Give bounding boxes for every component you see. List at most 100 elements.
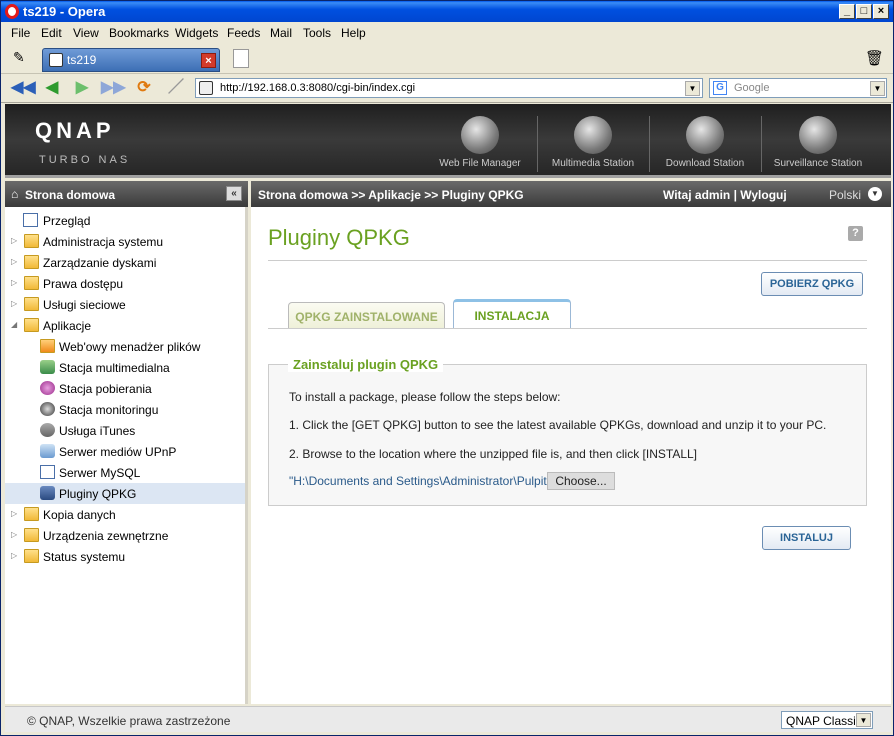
chevron-down-icon[interactable]: ▼ [856, 713, 871, 727]
collapse-icon[interactable]: « [226, 186, 242, 201]
multimedia-icon [40, 360, 55, 374]
sidebar-item-system-admin[interactable]: ▷ Administracja systemu [5, 231, 245, 252]
expand-icon[interactable]: ▷ [11, 257, 21, 267]
file-manager-icon [40, 339, 55, 353]
window-title: ts219 - Opera [23, 4, 106, 19]
panels-icon[interactable]: ✎ [13, 49, 35, 67]
step-2-text: 2. Browse to the location where the unzi… [289, 447, 697, 461]
folder-icon [24, 549, 39, 563]
menu-help[interactable]: Help [341, 26, 366, 40]
menu-widgets[interactable]: Widgets [175, 26, 218, 40]
back-icon[interactable]: ◀ [41, 78, 63, 98]
folder-icon [24, 297, 39, 311]
sidebar-item-surveillance-station[interactable]: Stacja monitoringu [5, 399, 245, 420]
menu-feeds[interactable]: Feeds [227, 26, 260, 40]
download-icon [40, 381, 55, 395]
expand-icon[interactable]: ▷ [11, 299, 21, 309]
menu-edit[interactable]: Edit [41, 26, 62, 40]
page-title: Pluginy QPKG [268, 225, 410, 250]
new-tab-icon[interactable] [233, 49, 249, 68]
edit-icon[interactable]: ／ [165, 78, 187, 98]
folder-icon [24, 255, 39, 269]
minimize-icon[interactable]: _ [839, 4, 855, 19]
folder-icon [24, 528, 39, 542]
folder-icon [24, 507, 39, 521]
chevron-down-icon[interactable]: ▼ [868, 187, 882, 201]
tab-install[interactable]: INSTALACJA [453, 299, 571, 329]
skin-value: QNAP Classic [786, 714, 862, 728]
sidebar-header: ⌂ Strona domowa « [5, 181, 248, 207]
footer: © QNAP, Wszelkie prawa zastrzeżone QNAP … [5, 706, 891, 732]
chevron-down-icon[interactable]: ▼ [870, 81, 885, 96]
download-icon [686, 116, 724, 154]
sidebar-item-applications[interactable]: ◢ Aplikacje [5, 315, 245, 336]
sidebar: ⌂ Strona domowa « Przegląd ▷ Administrac… [5, 181, 248, 704]
sidebar-item-web-file-manager[interactable]: Web'owy menadżer plików [5, 336, 245, 357]
menu-mail[interactable]: Mail [270, 26, 292, 40]
skin-select[interactable]: QNAP Classic ▼ [781, 711, 873, 729]
trash-icon[interactable]: 🗑 [865, 49, 884, 67]
install-button[interactable]: INSTALUJ [762, 526, 851, 550]
expand-icon[interactable]: ▷ [11, 236, 21, 246]
multimedia-icon [574, 116, 612, 154]
sidebar-item-itunes[interactable]: Usługa iTunes [5, 420, 245, 441]
help-icon[interactable]: ? [848, 226, 863, 241]
browser-tab[interactable]: ts219 × [42, 48, 220, 72]
download-station-link[interactable]: Download Station [650, 114, 760, 178]
get-qpkg-button[interactable]: POBIERZ QPKG [761, 272, 863, 296]
web-file-manager-link[interactable]: Web File Manager [425, 114, 535, 178]
qpkg-icon [40, 486, 55, 500]
page-icon [49, 53, 63, 67]
sidebar-title[interactable]: Strona domowa [25, 188, 115, 202]
sidebar-item-download-station[interactable]: Stacja pobierania [5, 378, 245, 399]
tab-installed[interactable]: QPKG ZAINSTALOWANE [288, 302, 445, 329]
sidebar-item-backup[interactable]: ▷ Kopia danych [5, 504, 245, 525]
sidebar-item-qpkg-plugins[interactable]: Pluginy QPKG [5, 483, 245, 504]
expand-icon[interactable]: ▷ [11, 551, 21, 561]
divider [268, 328, 867, 329]
overview-icon [23, 213, 38, 227]
menu-view[interactable]: View [73, 26, 99, 40]
step-1-text: 1. Click the [GET QPKG] button to see th… [289, 418, 827, 432]
opera-logo-icon [5, 4, 19, 19]
sidebar-item-upnp-server[interactable]: Serwer mediów UPnP [5, 441, 245, 462]
forward-icon[interactable]: ▶ [71, 78, 93, 98]
user-links[interactable]: Witaj admin | Wyloguj [663, 188, 787, 202]
choose-file-button[interactable]: Choose... [547, 472, 615, 490]
surveillance-station-link[interactable]: Surveillance Station [763, 114, 873, 178]
sidebar-item-disk-management[interactable]: ▷ Zarządzanie dyskami [5, 252, 245, 273]
address-bar[interactable]: http://192.168.0.3:8080/cgi-bin/index.cg… [195, 78, 703, 98]
sidebar-item-access-rights[interactable]: ▷ Prawa dostępu [5, 273, 245, 294]
sidebar-item-overview[interactable]: Przegląd [5, 210, 245, 231]
sidebar-item-network-services[interactable]: ▷ Usługi sieciowe [5, 294, 245, 315]
search-placeholder: Google [734, 82, 770, 94]
menu-tools[interactable]: Tools [303, 26, 331, 40]
search-input[interactable]: G Google ▼ [709, 78, 887, 98]
language-label[interactable]: Polski [829, 188, 861, 202]
rewind-icon[interactable]: ◀◀ [11, 78, 36, 98]
menu-file[interactable]: File [11, 26, 30, 40]
file-path-input[interactable]: "H:\Documents and Settings\Administrator… [289, 474, 547, 490]
close-icon[interactable]: × [873, 4, 889, 19]
fast-forward-icon[interactable]: ▶▶ [101, 78, 126, 98]
maximize-icon[interactable]: □ [856, 4, 872, 19]
logo-subtitle: Turbo NAS [39, 154, 131, 166]
apple-icon [40, 423, 55, 437]
divider [761, 116, 762, 172]
expand-icon[interactable]: ▷ [11, 530, 21, 540]
collapse-tree-icon[interactable]: ◢ [11, 320, 21, 330]
close-tab-icon[interactable]: × [201, 53, 216, 68]
google-icon: G [713, 81, 727, 95]
expand-icon[interactable]: ▷ [11, 278, 21, 288]
menu-bookmarks[interactable]: Bookmarks [109, 26, 169, 40]
chevron-down-icon[interactable]: ▼ [685, 81, 700, 96]
sidebar-item-mysql-server[interactable]: Serwer MySQL [5, 462, 245, 483]
expand-icon[interactable]: ▷ [11, 509, 21, 519]
reload-icon[interactable]: ⟳ [133, 78, 155, 98]
copyright-text: © QNAP, Wszelkie prawa zastrzeżone [27, 714, 231, 728]
sidebar-item-multimedia-station[interactable]: Stacja multimedialna [5, 357, 245, 378]
sidebar-item-external-devices[interactable]: ▷ Urządzenia zewnętrzne [5, 525, 245, 546]
menu-bar: File Edit View Bookmarks Widgets Feeds M… [1, 22, 893, 43]
sidebar-item-system-status[interactable]: ▷ Status systemu [5, 546, 245, 567]
multimedia-station-link[interactable]: Multimedia Station [538, 114, 648, 178]
